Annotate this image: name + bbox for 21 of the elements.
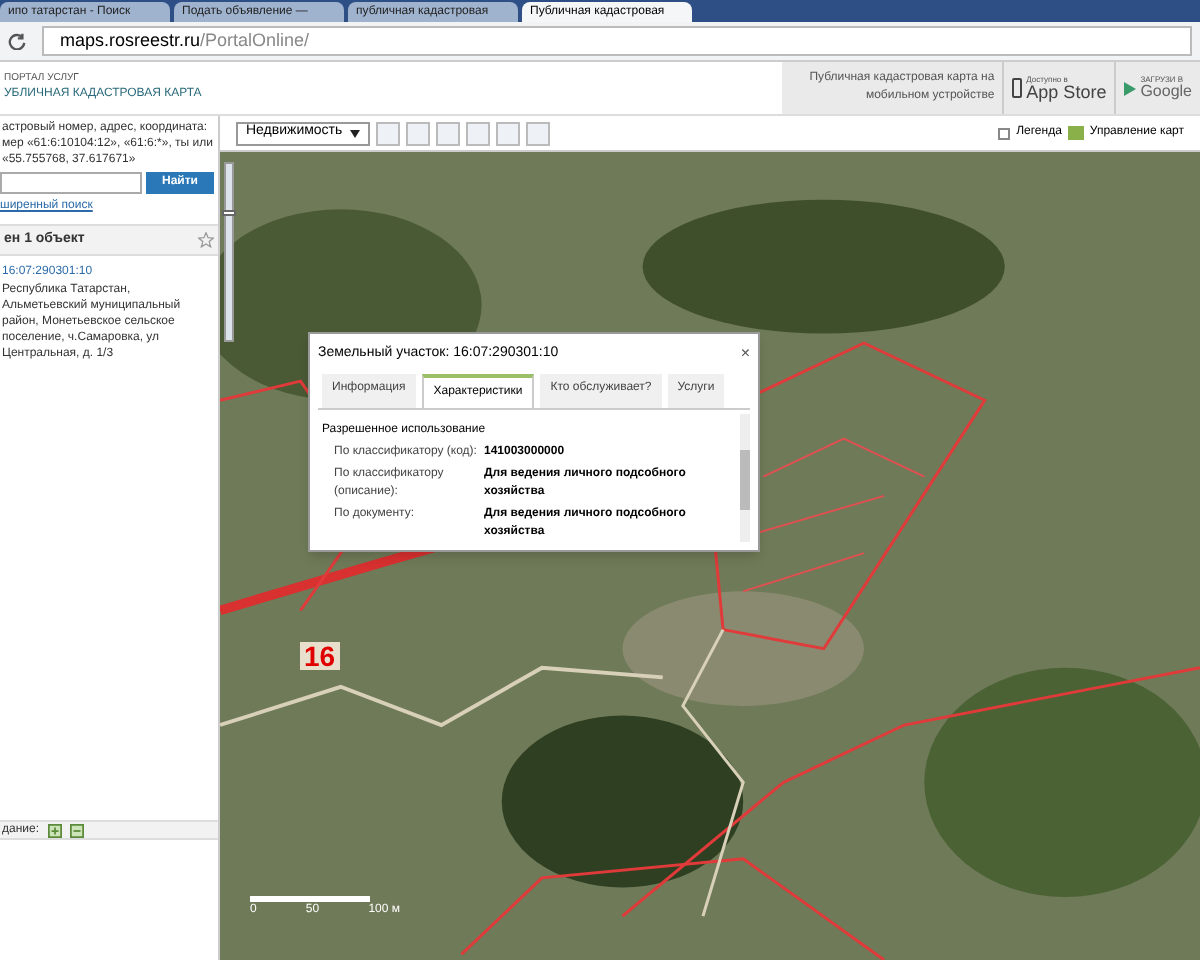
zoom-out-icon[interactable] xyxy=(69,823,84,837)
play-icon xyxy=(1124,81,1137,95)
tool-icon[interactable] xyxy=(376,121,401,145)
scale-bar xyxy=(250,896,370,902)
scrollbar xyxy=(740,414,750,542)
tool-icon[interactable] xyxy=(466,121,491,145)
star-icon[interactable] xyxy=(198,232,214,248)
close-button[interactable]: × xyxy=(740,342,750,366)
phone-icon xyxy=(1012,78,1023,98)
caret-icon xyxy=(350,129,361,137)
zoom-slider-thumb[interactable] xyxy=(222,210,236,217)
address-bar[interactable]: maps.rosreestr.ru/PortalOnline/ xyxy=(42,26,1192,56)
tool-icon[interactable] xyxy=(436,121,461,145)
legend-checkbox[interactable] xyxy=(998,127,1011,139)
parcel-label: 16 xyxy=(300,642,340,670)
reload-icon[interactable] xyxy=(8,32,26,50)
tool-icon[interactable] xyxy=(406,121,431,145)
search-field[interactable] xyxy=(0,172,142,194)
tool-icon[interactable] xyxy=(526,121,551,145)
zoom-in-icon[interactable] xyxy=(47,823,62,837)
tool-icon[interactable] xyxy=(496,121,521,145)
